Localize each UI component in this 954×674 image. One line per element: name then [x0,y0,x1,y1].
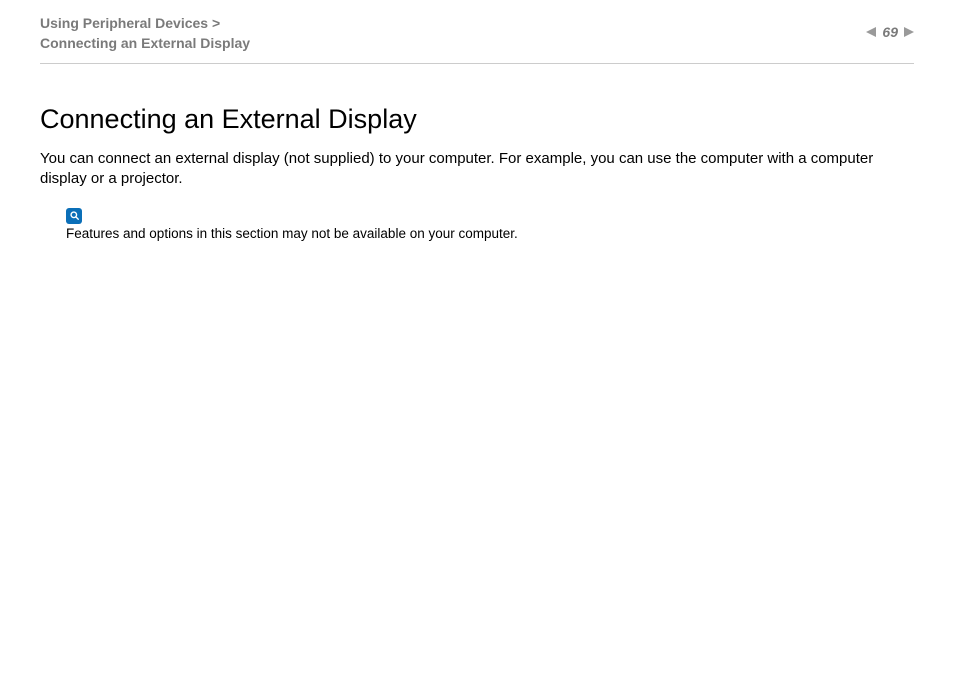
prev-page-icon[interactable] [866,27,876,37]
page-header: Using Peripheral Devices > Connecting an… [0,0,954,63]
note-block: Features and options in this section may… [40,208,914,242]
note-text: Features and options in this section may… [66,226,914,241]
pager: 69 [866,24,914,40]
intro-paragraph: You can connect an external display (not… [40,149,914,190]
page-title: Connecting an External Display [40,104,914,135]
magnifier-icon [66,208,82,224]
page-content: Connecting an External Display You can c… [0,64,954,241]
breadcrumb-section: Using Peripheral Devices [40,15,208,31]
breadcrumb: Using Peripheral Devices > Connecting an… [40,14,250,53]
next-page-icon[interactable] [904,27,914,37]
page-number: 69 [882,24,898,40]
breadcrumb-separator: > [212,15,220,31]
breadcrumb-page: Connecting an External Display [40,34,250,54]
breadcrumb-line1: Using Peripheral Devices > [40,14,250,34]
